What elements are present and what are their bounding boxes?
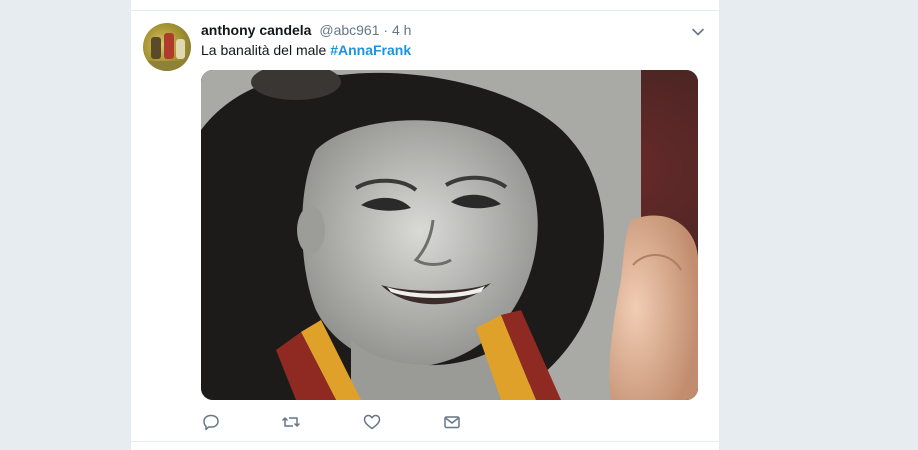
tweet-text: La banalità del male #AnnaFrank — [201, 41, 411, 59]
reply-icon[interactable] — [201, 412, 221, 432]
tweet-text-body: La banalità del male — [201, 42, 331, 58]
separator-dot: · — [383, 22, 389, 38]
heart-icon[interactable] — [362, 412, 382, 432]
hashtag-link[interactable]: #AnnaFrank — [330, 42, 411, 58]
tweet-header: anthony candela @abc961 · 4 h — [201, 21, 411, 39]
chevron-down-icon[interactable] — [691, 25, 705, 39]
envelope-icon[interactable] — [442, 412, 462, 432]
divider — [131, 441, 719, 442]
author-handle[interactable]: @abc961 — [319, 22, 379, 38]
tweet-photo[interactable] — [201, 70, 698, 400]
avatar[interactable] — [143, 23, 191, 71]
author-name[interactable]: anthony candela — [201, 22, 311, 38]
retweet-icon[interactable] — [281, 412, 301, 432]
divider — [131, 10, 719, 11]
tweet-timestamp[interactable]: 4 h — [392, 22, 411, 38]
